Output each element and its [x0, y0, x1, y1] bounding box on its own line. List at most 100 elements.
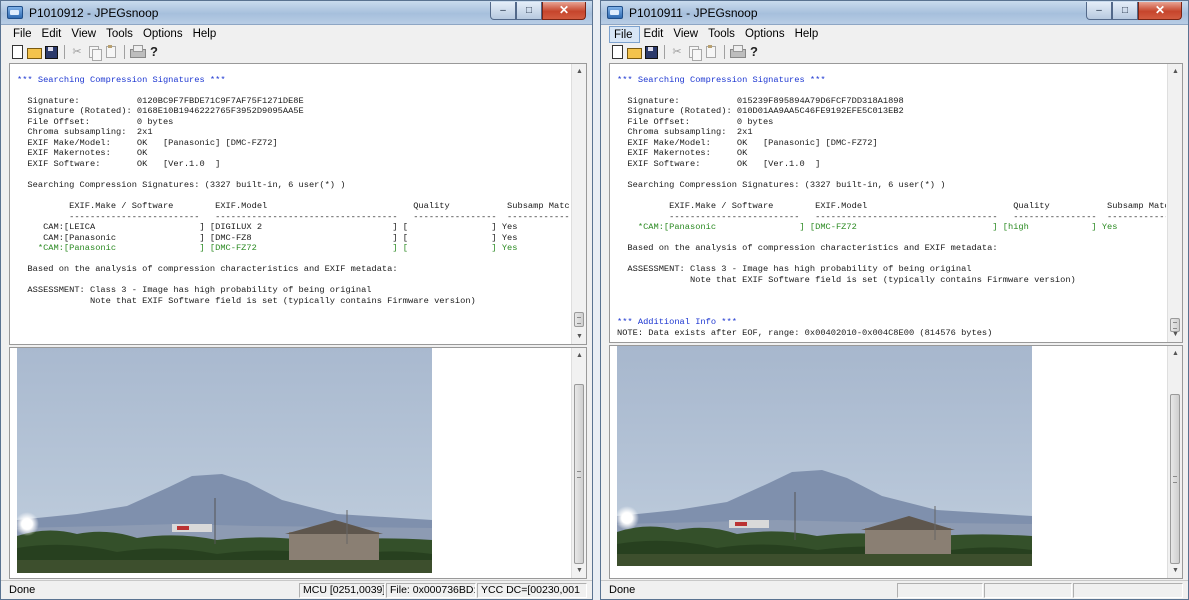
toolbar-separator [124, 45, 125, 59]
menu-tools[interactable]: Tools [102, 26, 139, 43]
image-preview-pane[interactable]: ▲ ▼ [9, 347, 587, 579]
menu-view[interactable]: View [669, 26, 704, 43]
scroll-thumb[interactable] [1170, 394, 1180, 564]
log-line: File Offset: 0 bytes [17, 116, 174, 127]
scroll-up-arrow-icon[interactable]: ▲ [572, 64, 586, 79]
image-scrollbar[interactable]: ▲ ▼ [1167, 346, 1182, 578]
toolbar: ✂ ? [9, 43, 163, 61]
close-button[interactable]: ✕ [1138, 2, 1182, 20]
log-line: *CAM:[Panasonic ] [DMC-FZ72 ] [high ] Ye… [617, 222, 1118, 233]
image-scrollbar[interactable]: ▲ ▼ [571, 348, 586, 578]
new-icon[interactable] [609, 44, 625, 60]
log-line: Chroma subsampling: 2x1 [17, 127, 153, 138]
menu-help[interactable]: Help [189, 26, 223, 43]
scroll-up-arrow-icon[interactable]: ▲ [1168, 64, 1182, 79]
scroll-thumb[interactable] [574, 312, 584, 327]
open-icon[interactable] [626, 44, 642, 60]
menu-view[interactable]: View [67, 26, 102, 43]
scroll-down-arrow-icon[interactable]: ▼ [1168, 563, 1182, 578]
paste-icon[interactable] [103, 44, 119, 60]
cut-icon[interactable]: ✂ [69, 44, 85, 60]
help-icon[interactable]: ? [746, 44, 762, 60]
scroll-down-arrow-icon[interactable]: ▼ [572, 563, 586, 578]
toolbar: ✂ ? [609, 43, 763, 61]
log-line: ------------------------- --------------… [617, 211, 1166, 222]
log-line: *CAM:[Panasonic ] [DMC-FZ72 ] [ ] Yes [17, 243, 518, 254]
log-line: EXIF Software: OK [Ver.1.0 ] [17, 158, 221, 169]
log-line: CAM:[Panasonic ] [DMC-FZ8 ] [ ] Yes [17, 232, 518, 243]
minimize-button[interactable]: – [490, 2, 516, 20]
log-line: File Offset: 0 bytes [617, 116, 774, 127]
log-line: Signature: 0120BC9F7FBDE71C9F7AF75F1271D… [17, 95, 304, 106]
window-title: P1010911 - JPEGsnoop [629, 6, 758, 20]
log-line: Chroma subsampling: 2x1 [617, 127, 753, 138]
status-file-offset: File: 0x000736BD:2 [386, 583, 476, 598]
minimize-button[interactable]: – [1086, 2, 1112, 20]
title-bar[interactable]: P1010912 - JPEGsnoop – □ ✕ [1, 1, 592, 25]
toolbar-separator [664, 45, 665, 59]
report-text-pane[interactable]: *** Searching Compression Signatures ***… [9, 63, 587, 345]
menu-options[interactable]: Options [139, 26, 189, 43]
report-scrollbar[interactable]: ▲ ▼ [571, 64, 586, 344]
print-icon[interactable] [129, 44, 146, 60]
status-text: Done [609, 584, 636, 596]
cut-icon[interactable]: ✂ [669, 44, 685, 60]
status-mcu [897, 583, 983, 598]
paste-icon[interactable] [703, 44, 719, 60]
menu-file[interactable]: File [609, 26, 640, 43]
new-icon[interactable] [9, 44, 25, 60]
open-icon[interactable] [26, 44, 42, 60]
log-line: ------------------------- --------------… [17, 211, 570, 222]
log-line: Signature: 015239F895894A79D6FCF7DD318A1… [617, 95, 904, 106]
status-text: Done [9, 584, 36, 596]
log-line: *** Searching Compression Signatures *** [617, 74, 826, 85]
scroll-down-arrow-icon[interactable]: ▼ [1168, 327, 1182, 342]
scroll-up-arrow-icon[interactable]: ▲ [1168, 346, 1182, 361]
scroll-thumb[interactable] [574, 384, 584, 564]
status-bar: Done MCU [0251,0039] File: 0x000736BD:2 … [1, 580, 592, 599]
status-mcu: MCU [0251,0039] [299, 583, 385, 598]
close-button[interactable]: ✕ [542, 2, 586, 20]
jpegsnoop-window-right: P1010911 - JPEGsnoop – □ ✕ File Edit Vie… [600, 0, 1189, 600]
log-line: EXIF.Make / Software EXIF.Model Quality … [17, 201, 570, 212]
image-preview-pane[interactable]: ▲ ▼ [609, 345, 1183, 579]
maximize-button[interactable]: □ [516, 2, 542, 20]
menu-file[interactable]: File [9, 26, 38, 43]
copy-icon[interactable] [686, 44, 702, 61]
print-icon[interactable] [729, 44, 746, 60]
report-log: *** Searching Compression Signatures ***… [617, 64, 1166, 342]
scroll-down-arrow-icon[interactable]: ▼ [572, 329, 586, 344]
log-line: EXIF Software: OK [Ver.1.0 ] [617, 158, 821, 169]
menu-help[interactable]: Help [791, 26, 825, 43]
log-line: Based on the analysis of compression cha… [617, 243, 998, 254]
log-line: Note that EXIF Software field is set (ty… [617, 274, 1076, 285]
menu-edit[interactable]: Edit [38, 26, 68, 43]
menu-edit[interactable]: Edit [640, 26, 670, 43]
report-text-pane[interactable]: *** Searching Compression Signatures ***… [609, 63, 1183, 343]
help-icon[interactable]: ? [146, 44, 162, 60]
menu-tools[interactable]: Tools [704, 26, 741, 43]
maximize-button[interactable]: □ [1112, 2, 1138, 20]
save-icon[interactable] [643, 44, 659, 60]
log-line: CAM:[LEICA ] [DIGILUX 2 ] [ ] Yes [17, 222, 518, 233]
title-bar[interactable]: P1010911 - JPEGsnoop – □ ✕ [601, 1, 1188, 25]
log-line: Based on the analysis of compression cha… [17, 264, 398, 275]
menu-bar: File Edit View Tools Options Help [9, 26, 586, 43]
save-icon[interactable] [43, 44, 59, 60]
copy-icon[interactable] [86, 44, 102, 61]
report-scrollbar[interactable]: ▲ ▼ [1167, 64, 1182, 342]
status-bar: Done [601, 580, 1188, 599]
menu-options[interactable]: Options [741, 26, 791, 43]
scroll-up-arrow-icon[interactable]: ▲ [572, 348, 586, 363]
status-ycc-dc: YCC DC=[00230,001 [477, 583, 587, 598]
